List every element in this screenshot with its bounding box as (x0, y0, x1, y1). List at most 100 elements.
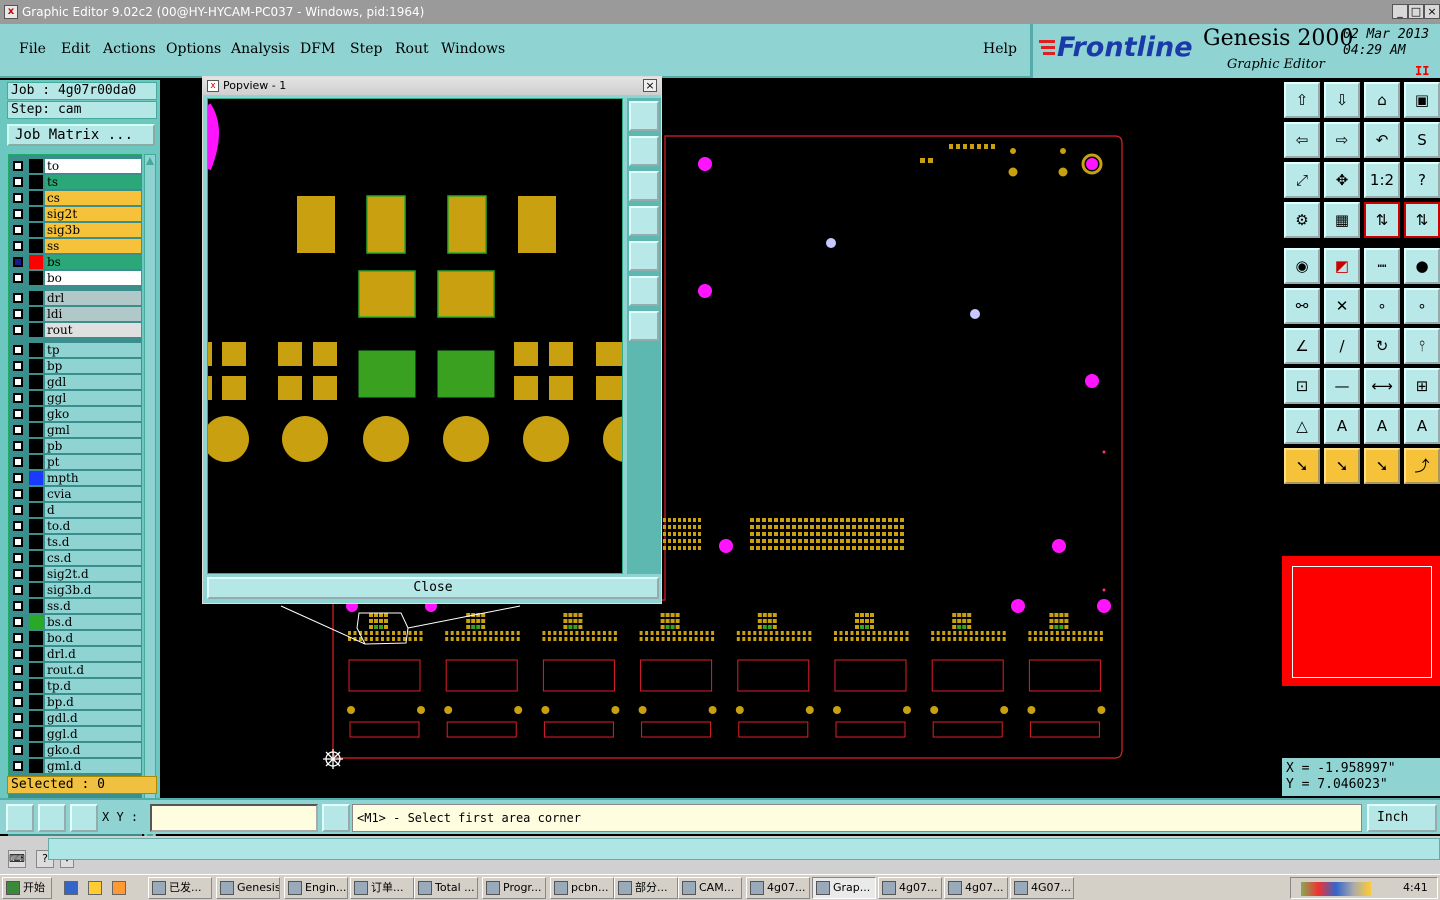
layer-color-swatch[interactable] (29, 239, 43, 253)
layer-color-swatch[interactable] (29, 375, 43, 389)
select-net-icon[interactable]: ➘ (1324, 448, 1360, 484)
redraw-icon[interactable]: S (1404, 122, 1440, 158)
pan-left-icon[interactable]: ⇦ (1284, 122, 1320, 158)
popview-close-icon[interactable]: × (643, 79, 657, 92)
layer-name[interactable]: gml (45, 423, 141, 437)
zoom-home-icon[interactable]: ⇧ (1284, 82, 1320, 118)
edit-line-icon[interactable]: / (1324, 328, 1360, 364)
layer-row-sig3b[interactable]: sig3b (9, 222, 141, 238)
layer-checkbox[interactable] (13, 309, 23, 319)
layer-checkbox[interactable] (13, 569, 23, 579)
layer-row-ss[interactable]: ss (9, 238, 141, 254)
layer-row-gdl-d[interactable]: gdl.d (9, 710, 141, 726)
pause-indicator[interactable]: II (1415, 64, 1429, 78)
move-feature-icon[interactable]: ∘ (1364, 288, 1400, 324)
layer-row-bo[interactable]: bo (9, 270, 141, 286)
layer-row-bs-d[interactable]: bs.d (9, 614, 141, 630)
layer-name[interactable]: tp.d (45, 679, 141, 693)
layer-name[interactable]: tp (45, 343, 141, 357)
layer-row-bp-d[interactable]: bp.d (9, 694, 141, 710)
layer-color-swatch[interactable] (29, 391, 43, 405)
layer-checkbox[interactable] (13, 361, 23, 371)
layer-color-swatch[interactable] (29, 647, 43, 661)
taskbar-task[interactable]: 订单... (350, 877, 414, 899)
layer-name[interactable]: cs (45, 191, 141, 205)
layer-color-swatch[interactable] (29, 471, 43, 485)
popview-close-button[interactable]: Close (207, 577, 659, 599)
layer-checkbox[interactable] (13, 505, 23, 515)
layer-row-ldi[interactable]: ldi (9, 306, 141, 322)
layer-row-bs[interactable]: bs (9, 254, 141, 270)
surface-icon[interactable]: A (1364, 408, 1400, 444)
layer-checkbox[interactable] (13, 489, 23, 499)
layer-color-swatch[interactable] (29, 759, 43, 773)
layer-checkbox[interactable] (13, 177, 23, 187)
layer-color-swatch[interactable] (29, 519, 43, 533)
menu-options[interactable]: Options (166, 41, 221, 57)
layer-checkbox[interactable] (13, 193, 23, 203)
popview-zoom-out-icon[interactable] (629, 311, 659, 341)
layer-color-swatch[interactable] (29, 455, 43, 469)
layer-checkbox[interactable] (13, 697, 23, 707)
layer-name[interactable]: gdl (45, 375, 141, 389)
layer-name[interactable]: ggl (45, 391, 141, 405)
menu-windows[interactable]: Windows (441, 41, 505, 57)
layer-checkbox[interactable] (13, 473, 23, 483)
layer-name[interactable]: gko (45, 407, 141, 421)
layer-checkbox[interactable] (13, 617, 23, 627)
layer-display-icon[interactable]: ⇅ (1404, 202, 1440, 238)
copy-feature-icon[interactable]: ∘ (1404, 288, 1440, 324)
xy-coordinate-input[interactable] (150, 804, 318, 832)
layer-row-ggl[interactable]: ggl (9, 390, 141, 406)
layer-row-cs-d[interactable]: cs.d (9, 550, 141, 566)
layer-row-pb[interactable]: pb (9, 438, 141, 454)
layer-color-swatch[interactable] (29, 727, 43, 741)
layer-color-swatch[interactable] (29, 711, 43, 725)
taskbar-task[interactable]: 部分... (614, 877, 678, 899)
layer-name[interactable]: ts (45, 175, 141, 189)
layer-row-cs[interactable]: cs (9, 190, 141, 206)
maximize-button[interactable]: □ (1408, 4, 1424, 19)
pan-down-icon[interactable]: ⇩ (1324, 82, 1360, 118)
layer-color-swatch[interactable] (29, 207, 43, 221)
grid-mode-icon[interactable] (70, 804, 98, 832)
quick-launch-icon[interactable] (112, 881, 126, 895)
layer-name[interactable]: rout (45, 323, 141, 337)
layer-checkbox[interactable] (13, 441, 23, 451)
popview-window[interactable]: x Popview - 1 × Close (202, 76, 662, 604)
layer-name[interactable]: cvia (45, 487, 141, 501)
layer-row-gml[interactable]: gml (9, 422, 141, 438)
layer-color-swatch[interactable] (29, 159, 43, 173)
zoom-center-icon[interactable]: ✥ (1324, 162, 1360, 198)
layer-name[interactable]: bo.d (45, 631, 141, 645)
polygon-icon[interactable]: △ (1284, 408, 1320, 444)
layer-name[interactable]: cs.d (45, 551, 141, 565)
layer-color-swatch[interactable] (29, 583, 43, 597)
add-pad-icon[interactable]: ◉ (1284, 248, 1320, 284)
message-icon[interactable] (322, 804, 350, 832)
taskbar-task[interactable]: 已发... (148, 877, 212, 899)
layer-name[interactable]: gko.d (45, 743, 141, 757)
layer-name[interactable]: gdl.d (45, 711, 141, 725)
popview-pan-down-icon[interactable] (629, 171, 659, 201)
add-circle-icon[interactable]: ● (1404, 248, 1440, 284)
pan-right-icon[interactable]: ⇨ (1324, 122, 1360, 158)
layer-name[interactable]: ts.d (45, 535, 141, 549)
layer-checkbox[interactable] (13, 161, 23, 171)
popview-zoom-in-icon[interactable] (629, 276, 659, 306)
layer-checkbox[interactable] (13, 457, 23, 467)
layer-name[interactable]: sig2t (45, 207, 141, 221)
layer-checkbox[interactable] (13, 293, 23, 303)
route-net-icon[interactable]: ⚯ (1284, 288, 1320, 324)
layer-checkbox[interactable] (13, 273, 23, 283)
popview-pan-up-icon[interactable] (629, 136, 659, 166)
measure-mode-icon[interactable] (38, 804, 66, 832)
zoom-1to2-icon[interactable]: 1:2 (1364, 162, 1400, 198)
taskbar-task[interactable]: 4g07... (944, 877, 1008, 899)
layer-color-swatch[interactable] (29, 439, 43, 453)
layer-row-sig3b-d[interactable]: sig3b.d (9, 582, 141, 598)
layer-name[interactable]: ss.d (45, 599, 141, 613)
layer-row-tp-d[interactable]: tp.d (9, 678, 141, 694)
layer-checkbox[interactable] (13, 537, 23, 547)
ruler-icon[interactable]: ┉ (1364, 248, 1400, 284)
